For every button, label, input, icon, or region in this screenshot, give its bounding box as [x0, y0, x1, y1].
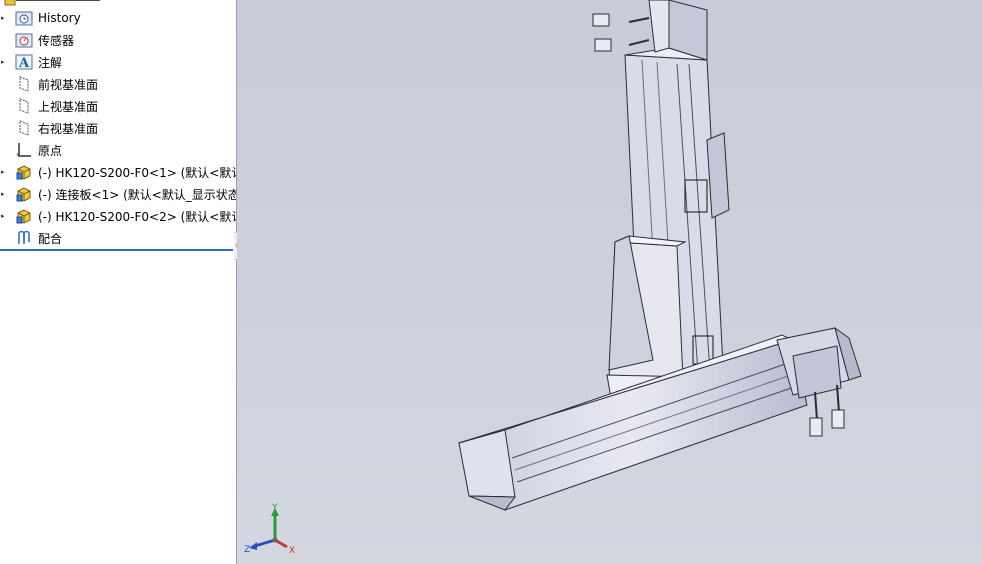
- expand-arrow-icon[interactable]: ▸: [1, 59, 5, 66]
- expand-arrow-icon[interactable]: ▸: [1, 169, 5, 176]
- tree-item-part-hk120-2[interactable]: ▸ (-) HK120-S200-F0<2> (默认<默认: [0, 205, 236, 227]
- tree-item-label: History: [38, 11, 81, 25]
- part-icon: [15, 185, 33, 203]
- plane-icon: [15, 75, 33, 93]
- part-icon: [15, 163, 33, 181]
- tree-item-label: 配合: [38, 231, 63, 246]
- tree-item-label: (-) HK120-S200-F0<2> (默认<默认: [38, 209, 237, 224]
- tree-item-top-plane[interactable]: 上视基准面: [0, 95, 236, 117]
- tree-item-part-connector-plate[interactable]: ▸ (-) 连接板<1> (默认<默认_显示状态: [0, 183, 236, 205]
- tree-item-label: 上视基准面: [38, 99, 99, 114]
- expand-arrow-icon[interactable]: ▸: [1, 191, 5, 198]
- tree-item-label: (-) HK120-S200-F0<1> (默认<默认: [38, 165, 237, 180]
- tree-item-sensors[interactable]: 传感器: [0, 29, 236, 51]
- history-icon: [15, 9, 33, 27]
- tree-item-label: 前视基准面: [38, 77, 99, 92]
- mates-icon: [15, 229, 33, 247]
- tree-item-label: 右视基准面: [38, 121, 99, 136]
- tree-item-label: 传感器: [38, 33, 75, 48]
- expand-arrow-icon[interactable]: ▸: [1, 15, 5, 22]
- tree-item-label: 注解: [38, 55, 63, 70]
- rollback-bar[interactable]: [0, 249, 233, 251]
- tree-item-history[interactable]: ▸ History: [0, 7, 236, 29]
- origin-icon: [15, 141, 33, 159]
- tree-item-label: (-) 连接板<1> (默认<默认_显示状态: [38, 187, 237, 202]
- tree-item-origin[interactable]: 原点: [0, 139, 236, 161]
- annotation-icon: A: [15, 53, 33, 71]
- triad-y-label: Y: [271, 503, 278, 513]
- expand-arrow-icon[interactable]: ▸: [1, 213, 5, 220]
- tree-item-mates[interactable]: 配合: [0, 227, 236, 249]
- sensor-icon: [15, 31, 33, 49]
- triad-z-label: Z: [244, 545, 250, 555]
- tree-item-label: 原点: [38, 143, 63, 158]
- part-icon: [15, 207, 33, 225]
- tree-item-annotations[interactable]: ▸ A 注解: [0, 51, 236, 73]
- tree-item-right-plane[interactable]: 右视基准面: [0, 117, 236, 139]
- feature-manager-tree: ――――――― ▸ History 传感器 ▸ A 注解 前视基准面 上视基准面: [0, 0, 237, 564]
- model-view: Y Z X: [244, 0, 862, 556]
- graphics-viewport[interactable]: Y Z X: [237, 0, 982, 564]
- triad-x-label: X: [289, 546, 295, 556]
- plane-icon: [15, 119, 33, 137]
- tree-item-front-plane[interactable]: 前视基准面: [0, 73, 236, 95]
- tree-item-label: ―――――――: [16, 0, 100, 7]
- orientation-triad: Y Z X: [244, 503, 295, 556]
- svg-text:A: A: [18, 56, 30, 71]
- tree-item-part-hk120-1[interactable]: ▸ (-) HK120-S200-F0<1> (默认<默认: [0, 161, 236, 183]
- plane-icon: [15, 97, 33, 115]
